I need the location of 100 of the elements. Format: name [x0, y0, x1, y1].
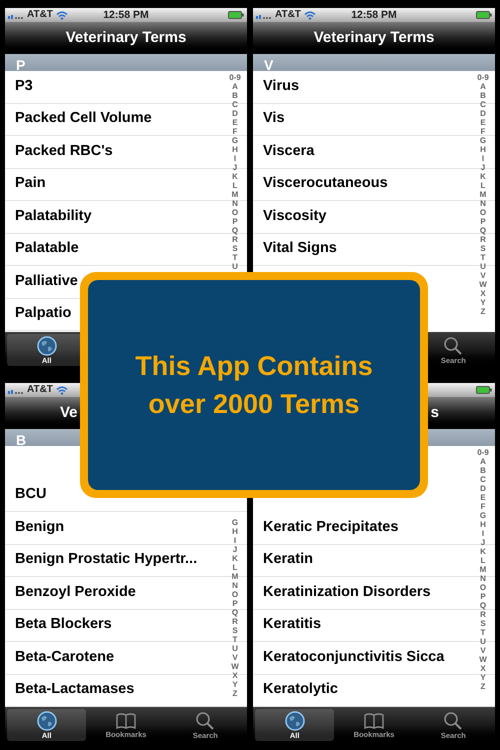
index-letter[interactable]: P: [480, 592, 486, 601]
index-letter[interactable]: Q: [480, 601, 486, 610]
index-letter[interactable]: S: [480, 244, 486, 253]
index-letter[interactable]: R: [480, 610, 486, 619]
index-letter[interactable]: N: [232, 199, 238, 208]
index-letter[interactable]: F: [232, 127, 238, 136]
index-letter[interactable]: I: [482, 154, 484, 163]
index-letter[interactable]: X: [480, 289, 486, 298]
index-letter[interactable]: D: [480, 484, 486, 493]
index-letter[interactable]: W: [231, 662, 239, 671]
index-letter[interactable]: H: [232, 527, 238, 536]
index-letter[interactable]: D: [480, 109, 486, 118]
index-letter[interactable]: S: [232, 244, 238, 253]
promo-text: This App Contains over 2000 Terms: [134, 350, 374, 421]
index-letter[interactable]: E: [480, 493, 486, 502]
index-letter[interactable]: K: [480, 172, 486, 181]
index-letter[interactable]: R: [232, 235, 238, 244]
index-letter[interactable]: P: [232, 599, 238, 608]
index-letter[interactable]: G: [480, 511, 486, 520]
index-letter[interactable]: Q: [480, 226, 486, 235]
index-letter[interactable]: M: [232, 190, 238, 199]
index-letter[interactable]: I: [234, 154, 236, 163]
index-letter[interactable]: Y: [480, 673, 486, 682]
index-letter[interactable]: O: [480, 583, 486, 592]
index-letter[interactable]: 0-9: [229, 73, 241, 82]
index-letter[interactable]: J: [480, 538, 486, 547]
index-letter[interactable]: A: [232, 82, 238, 91]
index-letter[interactable]: L: [232, 181, 238, 190]
index-letter[interactable]: H: [232, 145, 238, 154]
index-letter[interactable]: T: [232, 635, 238, 644]
index-letter[interactable]: H: [480, 145, 486, 154]
index-letter[interactable]: R: [232, 617, 238, 626]
index-letter[interactable]: M: [480, 190, 486, 199]
screen-title: Veterinary Terms: [314, 28, 434, 48]
index-letter[interactable]: 0-9: [477, 73, 489, 82]
index-letter[interactable]: H: [480, 520, 486, 529]
index-letter[interactable]: D: [232, 109, 238, 118]
index-letter[interactable]: T: [480, 628, 486, 637]
index-letter[interactable]: T: [232, 253, 238, 262]
clock-time: 12:58 PM: [103, 10, 149, 20]
index-letter[interactable]: V: [232, 653, 238, 662]
wifi-icon: [56, 386, 68, 394]
clock-time: 12:58 PM: [351, 10, 397, 20]
wifi-icon: [56, 10, 68, 20]
index-letter[interactable]: F: [480, 502, 486, 511]
index-letter[interactable]: T: [480, 253, 486, 262]
carrier-name: AT&T: [27, 10, 53, 20]
index-letter[interactable]: R: [480, 235, 486, 244]
index-letter[interactable]: J: [232, 545, 238, 554]
index-letter[interactable]: V: [480, 646, 486, 655]
index-letter[interactable]: C: [480, 475, 486, 484]
wifi-icon: [304, 10, 316, 20]
index-letter[interactable]: Y: [480, 298, 486, 307]
section-letter: B: [16, 432, 26, 448]
index-letter[interactable]: Y: [232, 680, 238, 689]
index-letter[interactable]: A: [480, 457, 486, 466]
index-letter[interactable]: W: [479, 280, 487, 289]
index-letter[interactable]: W: [479, 655, 487, 664]
index-letter[interactable]: K: [480, 547, 486, 556]
index-letter[interactable]: P: [480, 217, 486, 226]
index-letter[interactable]: E: [480, 118, 486, 127]
index-letter[interactable]: L: [480, 556, 486, 565]
index-letter[interactable]: N: [480, 199, 486, 208]
index-letter[interactable]: F: [480, 127, 486, 136]
carrier-name: AT&T: [27, 385, 53, 395]
index-letter[interactable]: L: [480, 181, 486, 190]
index-letter[interactable]: X: [480, 664, 486, 673]
index-letter[interactable]: O: [480, 208, 486, 217]
index-letter[interactable]: N: [232, 581, 238, 590]
index-letter[interactable]: M: [480, 565, 486, 574]
index-letter[interactable]: Q: [232, 608, 238, 617]
carrier-name: AT&T: [275, 10, 301, 20]
search-icon: [195, 710, 216, 731]
index-letter[interactable]: 0-9: [477, 448, 489, 457]
index-letter[interactable]: U: [232, 644, 238, 653]
index-letter[interactable]: G: [232, 518, 238, 527]
index-letter[interactable]: N: [480, 574, 486, 583]
index-letter[interactable]: L: [232, 563, 238, 572]
index-letter[interactable]: K: [232, 172, 238, 181]
index-letter[interactable]: Z: [480, 307, 486, 316]
index-letter[interactable]: O: [232, 208, 238, 217]
index-letter[interactable]: G: [232, 136, 238, 145]
index-letter[interactable]: B: [480, 91, 486, 100]
index-letter[interactable]: I: [234, 536, 236, 545]
index-letter[interactable]: Z: [232, 689, 238, 698]
index-letter[interactable]: P: [232, 217, 238, 226]
index-letter[interactable]: S: [480, 619, 486, 628]
index-letter[interactable]: G: [480, 136, 486, 145]
index-letter[interactable]: K: [232, 554, 238, 563]
index-letter[interactable]: V: [480, 271, 486, 280]
index-letter[interactable]: I: [482, 529, 484, 538]
index-letter[interactable]: B: [480, 466, 486, 475]
screen-title: s: [430, 402, 439, 423]
index-letter[interactable]: Q: [232, 226, 238, 235]
index-letter[interactable]: A: [480, 82, 486, 91]
index-letter[interactable]: S: [232, 626, 238, 635]
index-letter[interactable]: Z: [480, 682, 486, 691]
index-letter[interactable]: E: [232, 118, 238, 127]
index-letter[interactable]: O: [232, 590, 238, 599]
index-letter[interactable]: B: [232, 91, 238, 100]
